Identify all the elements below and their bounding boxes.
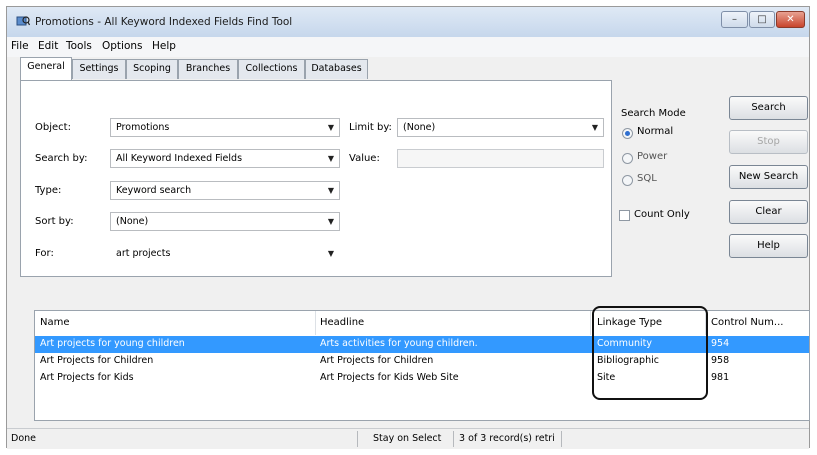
status-divider — [453, 431, 454, 447]
limit-by-value: (None) — [403, 122, 436, 133]
sort-by-select[interactable]: (None) ▼ — [110, 212, 340, 231]
chevron-down-icon: ▼ — [327, 123, 334, 132]
power-radio-label: Power — [637, 151, 668, 162]
close-icon: ✕ — [786, 14, 795, 25]
chevron-down-icon: ▼ — [327, 154, 334, 163]
row-name: Art Projects for Kids — [40, 372, 134, 383]
linkage-type-highlight — [592, 306, 708, 400]
column-divider[interactable] — [315, 311, 316, 335]
column-divider[interactable] — [590, 311, 591, 335]
row-name: Art Projects for Children — [40, 355, 154, 366]
chevron-down-icon: ▼ — [327, 217, 334, 226]
count-only-checkbox[interactable] — [619, 210, 630, 221]
chevron-down-icon: ▼ — [591, 123, 598, 132]
sort-by-value: (None) — [116, 216, 149, 227]
new-search-button[interactable]: New Search — [729, 165, 808, 189]
column-header-name[interactable]: Name — [40, 311, 70, 335]
search-button[interactable]: Search — [729, 96, 808, 120]
sql-radio[interactable] — [622, 175, 633, 186]
row-control-num: 958 — [711, 355, 730, 366]
help-button[interactable]: Help — [729, 234, 808, 258]
app-icon — [16, 16, 30, 26]
tab-databases[interactable]: Databases — [305, 59, 368, 79]
object-value: Promotions — [116, 122, 170, 133]
power-radio[interactable] — [622, 153, 633, 164]
maximize-icon: □ — [757, 14, 767, 25]
chevron-down-icon: ▼ — [327, 186, 334, 195]
row-headline: Arts activities for young children. — [320, 338, 478, 349]
tab-settings[interactable]: Settings — [72, 59, 126, 79]
status-text: Done — [11, 433, 36, 444]
type-value: Keyword search — [116, 185, 192, 196]
count-only-label: Count Only — [634, 209, 690, 220]
tab-scoping[interactable]: Scoping — [126, 59, 178, 79]
status-divider — [357, 431, 358, 447]
type-label: Type: — [35, 185, 62, 196]
menu-edit[interactable]: Edit — [38, 40, 58, 52]
menu-file[interactable]: File — [11, 40, 29, 52]
tab-collections[interactable]: Collections — [238, 59, 305, 79]
search-by-label: Search by: — [35, 153, 88, 164]
find-tool-window: Promotions - All Keyword Indexed Fields … — [6, 6, 810, 449]
normal-radio-label: Normal — [637, 126, 674, 137]
menu-bar: File Edit Tools Options Help — [7, 37, 809, 57]
minimize-button[interactable]: – — [721, 11, 748, 28]
title-bar[interactable]: Promotions - All Keyword Indexed Fields … — [7, 7, 809, 37]
row-headline: Art Projects for Children — [320, 355, 434, 366]
maximize-button[interactable]: □ — [749, 11, 775, 28]
for-value: art projects — [116, 248, 171, 259]
object-select[interactable]: Promotions ▼ — [110, 118, 340, 137]
for-label: For: — [35, 248, 54, 259]
row-headline: Art Projects for Kids Web Site — [320, 372, 459, 383]
search-by-select[interactable]: All Keyword Indexed Fields ▼ — [110, 149, 340, 168]
sql-radio-label: SQL — [637, 173, 657, 184]
column-header-headline[interactable]: Headline — [320, 311, 364, 335]
value-label: Value: — [349, 153, 380, 164]
window-title: Promotions - All Keyword Indexed Fields … — [35, 16, 293, 28]
search-by-value: All Keyword Indexed Fields — [116, 153, 243, 164]
tab-general[interactable]: General — [20, 57, 72, 80]
type-select[interactable]: Keyword search ▼ — [110, 181, 340, 200]
normal-radio[interactable] — [622, 128, 633, 139]
general-panel: Object: Promotions ▼ Search by: All Keyw… — [20, 80, 612, 277]
limit-by-select[interactable]: (None) ▼ — [397, 118, 604, 137]
row-control-num: 954 — [711, 338, 730, 349]
menu-tools[interactable]: Tools — [66, 40, 92, 52]
close-button[interactable]: ✕ — [776, 11, 805, 28]
stop-button[interactable]: Stop — [729, 130, 808, 154]
menu-options[interactable]: Options — [102, 40, 143, 52]
clear-button[interactable]: Clear — [729, 200, 808, 224]
search-mode-label: Search Mode — [621, 108, 686, 119]
object-label: Object: — [35, 122, 71, 133]
limit-by-label: Limit by: — [349, 122, 392, 133]
column-header-control-num[interactable]: Control Num... — [711, 311, 783, 335]
row-name: Art projects for young children — [40, 338, 185, 349]
status-bar: Done Stay on Select 3 of 3 record(s) ret… — [7, 428, 809, 449]
sort-by-label: Sort by: — [35, 216, 74, 227]
status-divider — [561, 431, 562, 447]
tab-branches[interactable]: Branches — [178, 59, 238, 79]
for-input[interactable]: art projects ▼ — [110, 244, 340, 263]
status-record-count: 3 of 3 record(s) retri — [459, 433, 555, 444]
status-mode: Stay on Select — [373, 433, 442, 444]
value-input[interactable] — [397, 149, 604, 168]
menu-help[interactable]: Help — [152, 40, 176, 52]
chevron-down-icon: ▼ — [327, 249, 334, 258]
row-control-num: 981 — [711, 372, 730, 383]
minimize-icon: – — [732, 14, 737, 25]
